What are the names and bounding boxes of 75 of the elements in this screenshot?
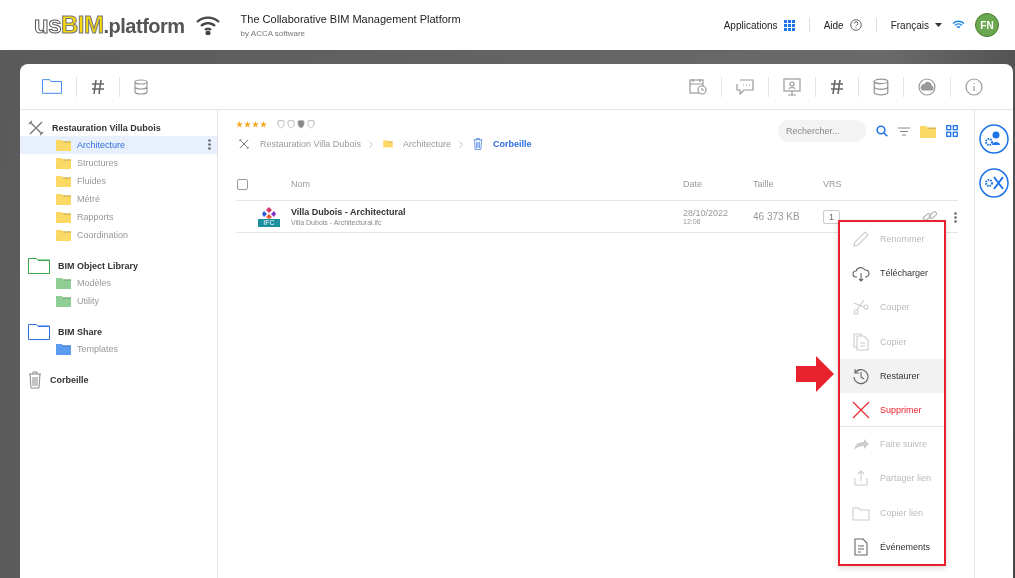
tree-item[interactable]: Métré bbox=[20, 190, 217, 208]
chevron-icon bbox=[458, 140, 463, 148]
tree-item[interactable]: Coordination bbox=[20, 226, 217, 244]
more-icon[interactable] bbox=[954, 211, 957, 223]
cloud-download-icon bbox=[852, 264, 870, 283]
tree-group-label[interactable]: BIM Share bbox=[58, 327, 102, 337]
user-settings-icon[interactable] bbox=[979, 124, 1009, 154]
user-avatar[interactable]: FN bbox=[975, 13, 999, 37]
grid-icon[interactable] bbox=[783, 19, 795, 31]
close-icon bbox=[852, 400, 870, 419]
tree-group-label[interactable]: BIM Object Library bbox=[58, 261, 138, 271]
column-header[interactable]: VRS bbox=[822, 168, 916, 201]
tree-group-label[interactable]: Restauration Villa Dubois bbox=[52, 123, 161, 133]
column-header[interactable]: Date bbox=[682, 168, 752, 201]
menu-item[interactable]: Événements bbox=[840, 529, 944, 564]
folder-icon bbox=[56, 294, 71, 308]
filter-icon[interactable] bbox=[898, 126, 910, 136]
language-dropdown[interactable]: Français bbox=[890, 19, 929, 31]
tree-item[interactable]: Templates bbox=[20, 340, 217, 358]
wifi-icon bbox=[952, 20, 965, 30]
folder-icon bbox=[56, 192, 71, 206]
platform-title: The Collaborative BIM Management Platform bbox=[240, 12, 461, 25]
tree-item[interactable]: Fluides bbox=[20, 172, 217, 190]
tree-group-label[interactable]: Corbeille bbox=[50, 375, 89, 385]
more-icon[interactable] bbox=[208, 139, 211, 150]
shield-icons-drawing bbox=[277, 120, 315, 129]
breadcrumb-link[interactable]: Corbeille bbox=[492, 139, 532, 149]
document-icon bbox=[852, 537, 870, 556]
folder-icon[interactable] bbox=[28, 258, 50, 274]
folder-icon bbox=[56, 342, 71, 356]
tree-item[interactable]: Modèles bbox=[20, 274, 217, 292]
applications-link[interactable]: Applications bbox=[723, 19, 778, 31]
grid-view-icon[interactable] bbox=[946, 125, 958, 137]
tree-item[interactable]: Architecture bbox=[20, 136, 217, 154]
history-icon bbox=[852, 366, 870, 385]
select-all-checkbox[interactable] bbox=[237, 178, 248, 190]
tools-icon[interactable] bbox=[28, 120, 44, 136]
search-field[interactable]: Rechercher... bbox=[778, 120, 866, 142]
folder-icon bbox=[56, 156, 71, 170]
file-name[interactable]: Villa Dubois - Architectural bbox=[291, 207, 681, 217]
scissors-icon bbox=[852, 298, 870, 317]
copy-icon bbox=[852, 332, 870, 351]
logo: usBIM.platform bbox=[34, 11, 185, 39]
pointer-arrow bbox=[796, 356, 834, 392]
upload-icon bbox=[852, 469, 870, 488]
tree-item[interactable]: Structures bbox=[20, 154, 217, 172]
column-header[interactable]: Nom bbox=[290, 168, 682, 201]
trash-icon[interactable] bbox=[28, 371, 42, 389]
folder-icon bbox=[56, 228, 71, 242]
search-icon[interactable] bbox=[876, 125, 888, 137]
help-link[interactable]: Aide bbox=[823, 19, 844, 31]
tools-settings-icon[interactable] bbox=[979, 168, 1009, 198]
menu-item[interactable]: Télécharger bbox=[840, 256, 944, 291]
link-icon[interactable] bbox=[922, 208, 938, 223]
breadcrumb-link[interactable]: Restauration Villa Dubois bbox=[260, 139, 361, 149]
wifi-icon bbox=[194, 15, 221, 35]
breadcrumb-link[interactable]: Architecture bbox=[402, 139, 451, 149]
date-cell-text: 28/10/2022 bbox=[683, 208, 730, 218]
folder-icon bbox=[56, 174, 71, 188]
platform-subtitle: by ACCA software bbox=[240, 28, 307, 38]
caret-icon[interactable] bbox=[935, 22, 942, 28]
help-icon[interactable] bbox=[849, 19, 862, 31]
pencil-icon bbox=[852, 230, 870, 249]
folder-icon bbox=[383, 140, 393, 148]
size-cell: 46 373 KB bbox=[752, 200, 822, 233]
folder-icon bbox=[56, 210, 71, 224]
column-header[interactable]: Taille bbox=[752, 168, 822, 201]
tree-item[interactable]: Rapports bbox=[20, 208, 217, 226]
tree-item[interactable]: Utility bbox=[20, 292, 217, 310]
folder-icon bbox=[56, 138, 71, 152]
chevron-icon bbox=[368, 140, 373, 148]
folder-icon bbox=[56, 276, 71, 290]
menu-item[interactable]: Restaurer bbox=[840, 358, 944, 393]
folder-icon[interactable] bbox=[28, 324, 50, 340]
menu-item[interactable]: Supprimer bbox=[840, 392, 944, 428]
